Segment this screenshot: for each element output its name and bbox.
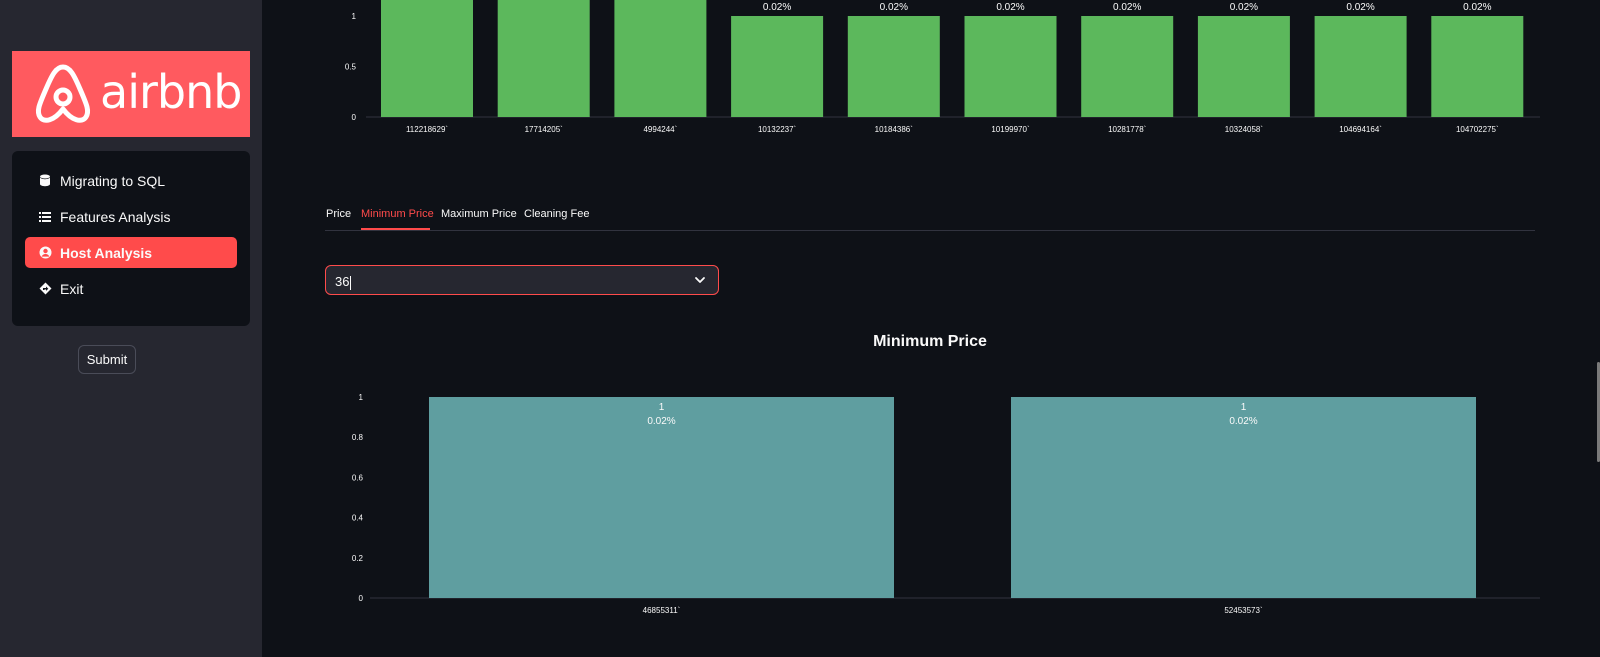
y-tick-label: 0.5 [345, 63, 357, 72]
sidebar: airbnb Migrating to SQL Features Analysi… [0, 0, 262, 657]
x-tick-label: 104694164` [1339, 125, 1382, 134]
bar-percent-label: 0.02% [647, 416, 675, 427]
value-select[interactable]: 36 [325, 265, 719, 295]
chart-bar [1431, 16, 1524, 117]
menu-item-label: Host Analysis [60, 244, 153, 261]
chart-bar [429, 397, 894, 598]
chart-bar [381, 0, 473, 117]
bar-data-label: 0.02% [1230, 2, 1258, 13]
y-tick-label: 1 [352, 12, 357, 21]
x-tick-label: 112218629` [406, 125, 448, 134]
y-tick-label: 1 [359, 393, 364, 402]
airbnb-belo-icon [35, 64, 91, 123]
bar-count-label: 1 [659, 402, 665, 413]
tab-maximum-price[interactable]: Maximum Price [441, 208, 517, 220]
minimum-price-bar-chart: 0 0.2 0.4 0.6 0.8 1 1 0.02% 46855311` 1 0.02% 52453… [352, 393, 1540, 615]
list-icon [30, 211, 60, 222]
bar-data-label: 0.02% [1346, 2, 1374, 13]
chart-bar [614, 0, 707, 117]
logo-wordmark: airbnb [100, 65, 242, 119]
diamond-arrow-icon [30, 282, 60, 295]
select-value: 36 [335, 274, 352, 290]
x-tick-label: 46855311` [643, 606, 681, 615]
price-tabs: Price Minimum Price Maximum Price Cleani… [325, 204, 1535, 231]
chart-bar [847, 16, 940, 117]
chart-bar [497, 0, 590, 117]
bar-percent-label: 0.02% [1229, 416, 1257, 427]
navigation-menu: Migrating to SQL Features Analysis Host … [12, 151, 250, 326]
chart-bar [731, 16, 824, 117]
bar-count-label: 1 [1241, 402, 1247, 413]
x-tick-label: 17714205` [525, 125, 564, 134]
bar-data-label: 0.02% [996, 2, 1024, 13]
chart-bar [1197, 16, 1290, 117]
menu-item-exit[interactable]: Exit [25, 273, 237, 304]
tab-cleaning-fee[interactable]: Cleaning Fee [524, 208, 589, 220]
x-tick-label: 10324058` [1225, 125, 1264, 134]
menu-item-label: Features Analysis [60, 208, 171, 225]
chart-title: Minimum Price [873, 333, 987, 350]
chart-bar [1314, 16, 1407, 117]
y-tick-label: 0.2 [352, 554, 364, 563]
active-tab-indicator [361, 228, 430, 230]
airbnb-logo: airbnb [12, 51, 250, 137]
x-tick-label: 104702275` [1456, 125, 1499, 134]
submit-button[interactable]: Submit [78, 345, 136, 374]
y-tick-label: 0.6 [352, 473, 364, 482]
bar-data-label: 0.02% [1463, 2, 1491, 13]
bar-data-label: 0.02% [880, 2, 908, 13]
tab-price[interactable]: Price [326, 208, 351, 220]
x-tick-label: 4994244` [643, 125, 677, 134]
bar-data-label: 0.02% [1113, 2, 1141, 13]
bar-data-label: 0.02% [763, 2, 791, 13]
menu-item-label: Migrating to SQL [60, 172, 166, 189]
chart-bar [1011, 397, 1476, 598]
chart-bar [964, 16, 1057, 117]
x-tick-label: 10281778` [1108, 125, 1147, 134]
menu-item-features-analysis[interactable]: Features Analysis [25, 201, 237, 232]
y-tick-label: 0 [359, 594, 364, 603]
menu-item-label: Exit [60, 280, 84, 297]
tab-minimum-price[interactable]: Minimum Price [361, 208, 434, 220]
y-tick-label: 0.4 [352, 514, 364, 523]
user-circle-icon [30, 246, 60, 259]
x-tick-label: 10132237` [758, 125, 797, 134]
top-bar-chart: 0 0.5 1 112218629` 17714205` 4994244` 0.02% 101… [345, 0, 1540, 134]
chevron-down-icon [695, 277, 705, 283]
x-tick-label: 10184386` [875, 125, 914, 134]
y-tick-label: 0.8 [352, 433, 364, 442]
menu-item-migrating-to-sql[interactable]: Migrating to SQL [25, 165, 237, 196]
x-tick-label: 10199970` [991, 125, 1030, 134]
x-tick-label: 52453573` [1224, 606, 1263, 615]
database-icon [30, 174, 60, 187]
menu-item-host-analysis[interactable]: Host Analysis [25, 237, 237, 268]
chart-bar [1081, 16, 1174, 117]
y-tick-label: 0 [352, 113, 357, 122]
